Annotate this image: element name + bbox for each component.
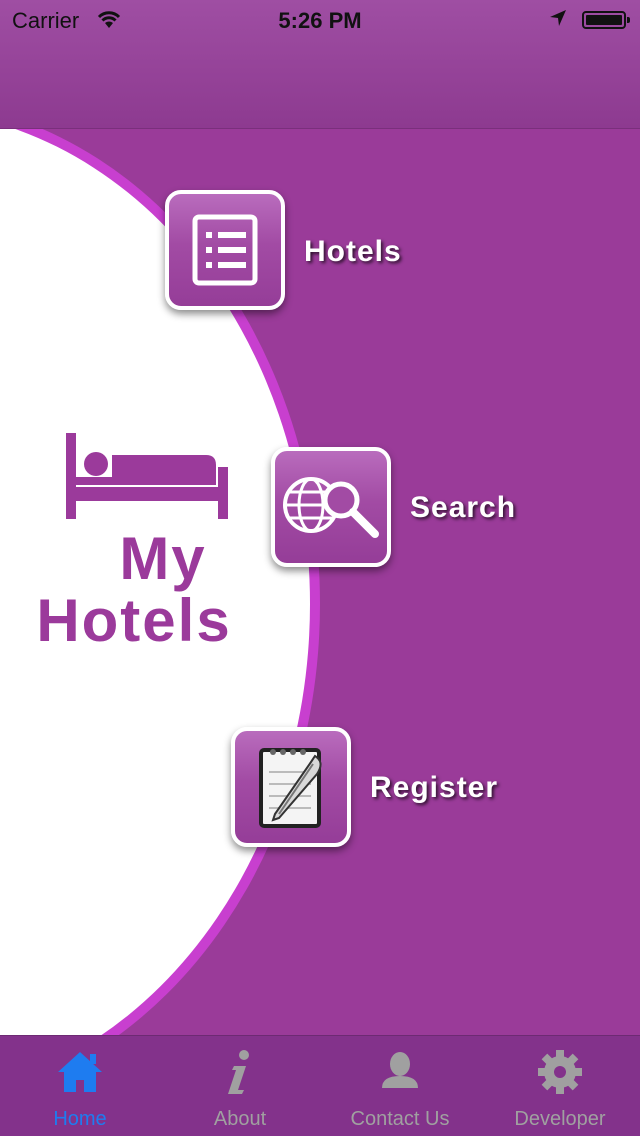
- gear-icon: [538, 1050, 582, 1094]
- tab-home-label: Home: [53, 1108, 107, 1130]
- tab-developer-label: Developer: [514, 1108, 606, 1130]
- tab-about-label: About: [213, 1108, 267, 1130]
- tab-bar: Home About Contact Us Developer: [0, 1035, 640, 1136]
- tab-developer[interactable]: Developer: [480, 1036, 640, 1136]
- main-content: My Hotels Hotels Search Register: [0, 129, 640, 1037]
- notepad-pen-icon: [259, 748, 322, 828]
- register-button[interactable]: [231, 727, 351, 847]
- register-label[interactable]: Register: [370, 771, 498, 805]
- bed-icon: [66, 433, 228, 519]
- hotels-button[interactable]: [165, 190, 285, 310]
- app-logo: My Hotels: [18, 429, 268, 679]
- tab-home[interactable]: Home: [0, 1036, 160, 1136]
- tab-contact-us-label: Contact Us: [350, 1108, 450, 1130]
- status-bar: Carrier 5:26 PM: [0, 0, 640, 40]
- logo-text-my: My: [119, 525, 207, 592]
- status-time: 5:26 PM: [278, 8, 362, 33]
- tab-about[interactable]: About: [160, 1036, 320, 1136]
- globe-search-icon: [283, 477, 379, 538]
- battery-icon: [582, 11, 630, 29]
- home-icon: [58, 1052, 102, 1092]
- logo-text-hotels: Hotels: [36, 587, 232, 654]
- tab-contact-us[interactable]: Contact Us: [320, 1036, 480, 1136]
- info-icon: [228, 1050, 249, 1094]
- list-icon: [192, 214, 258, 286]
- search-label[interactable]: Search: [410, 491, 516, 525]
- search-button[interactable]: [271, 447, 391, 567]
- hotels-label[interactable]: Hotels: [304, 235, 402, 269]
- person-icon: [382, 1052, 418, 1088]
- location-arrow-icon: [548, 8, 568, 34]
